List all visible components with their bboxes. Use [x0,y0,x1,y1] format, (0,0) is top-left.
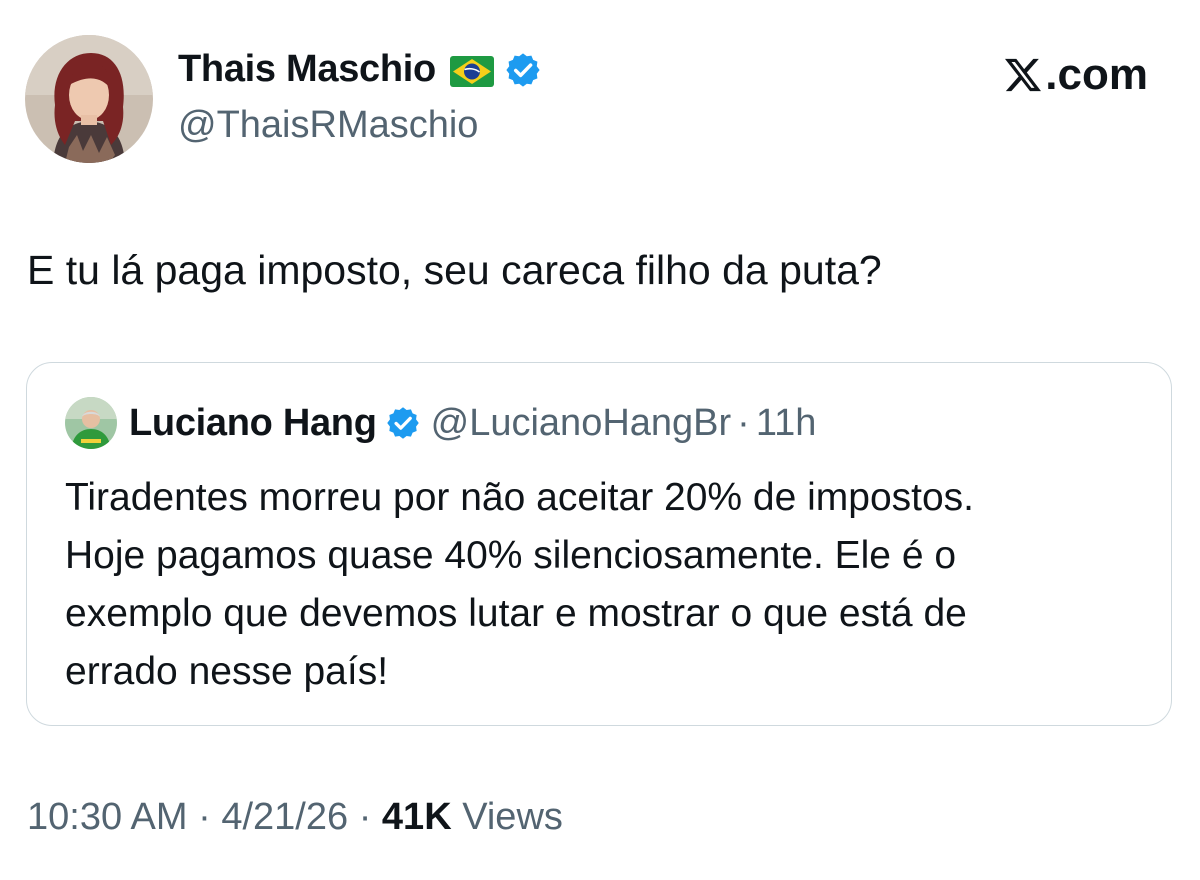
views-count[interactable]: 41K [382,796,452,838]
verified-badge-icon [385,405,421,441]
author-display-name[interactable]: Thais Maschio [178,48,542,91]
x-com-brand: .com [1003,50,1148,100]
quoted-author-name[interactable]: Luciano Hang [129,402,377,445]
x-logo-icon [1003,55,1043,95]
quoted-tweet-card[interactable]: Luciano Hang @LucianoHangBr · 11h Tirade… [26,362,1172,726]
views-label: Views [462,796,563,838]
brand-suffix: .com [1045,50,1148,99]
quoted-tweet-line: Hoje pagamos quase 40% silenciosamente. … [65,534,957,577]
quoted-tweet-line: exemplo que devemos lutar e mostrar o qu… [65,592,967,635]
tweet-date[interactable]: 4/21/26 [221,796,348,838]
quoted-tweet-header: Luciano Hang @LucianoHangBr · 11h [65,397,816,449]
quoted-tweet-text: Tiradentes morreu por não aceitar 20% de… [65,469,1145,701]
quoted-author-handle[interactable]: @LucianoHangBr [431,402,732,445]
tweet-text: E tu lá paga imposto, seu careca filho d… [27,247,882,293]
tweet-footer: 10:30 AM · 4/21/26 · 41K Views [27,796,563,839]
quoted-author-avatar[interactable] [65,397,117,449]
brazil-flag-icon [449,54,494,87]
quoted-tweet-time[interactable]: 11h [756,402,817,445]
author-avatar[interactable] [25,35,153,163]
footer-separator: · [198,796,211,838]
footer-separator: · [358,796,372,838]
tweet-time[interactable]: 10:30 AM [27,796,188,838]
quoted-meta-separator: · [737,401,750,444]
verified-badge-icon [504,51,542,89]
author-handle[interactable]: @ThaisRMaschio [178,104,478,147]
author-name-text: Thais Maschio [178,48,436,90]
quoted-tweet-line: Tiradentes morreu por não aceitar 20% de… [65,476,975,519]
quoted-tweet-line: errado nesse país! [65,650,389,693]
